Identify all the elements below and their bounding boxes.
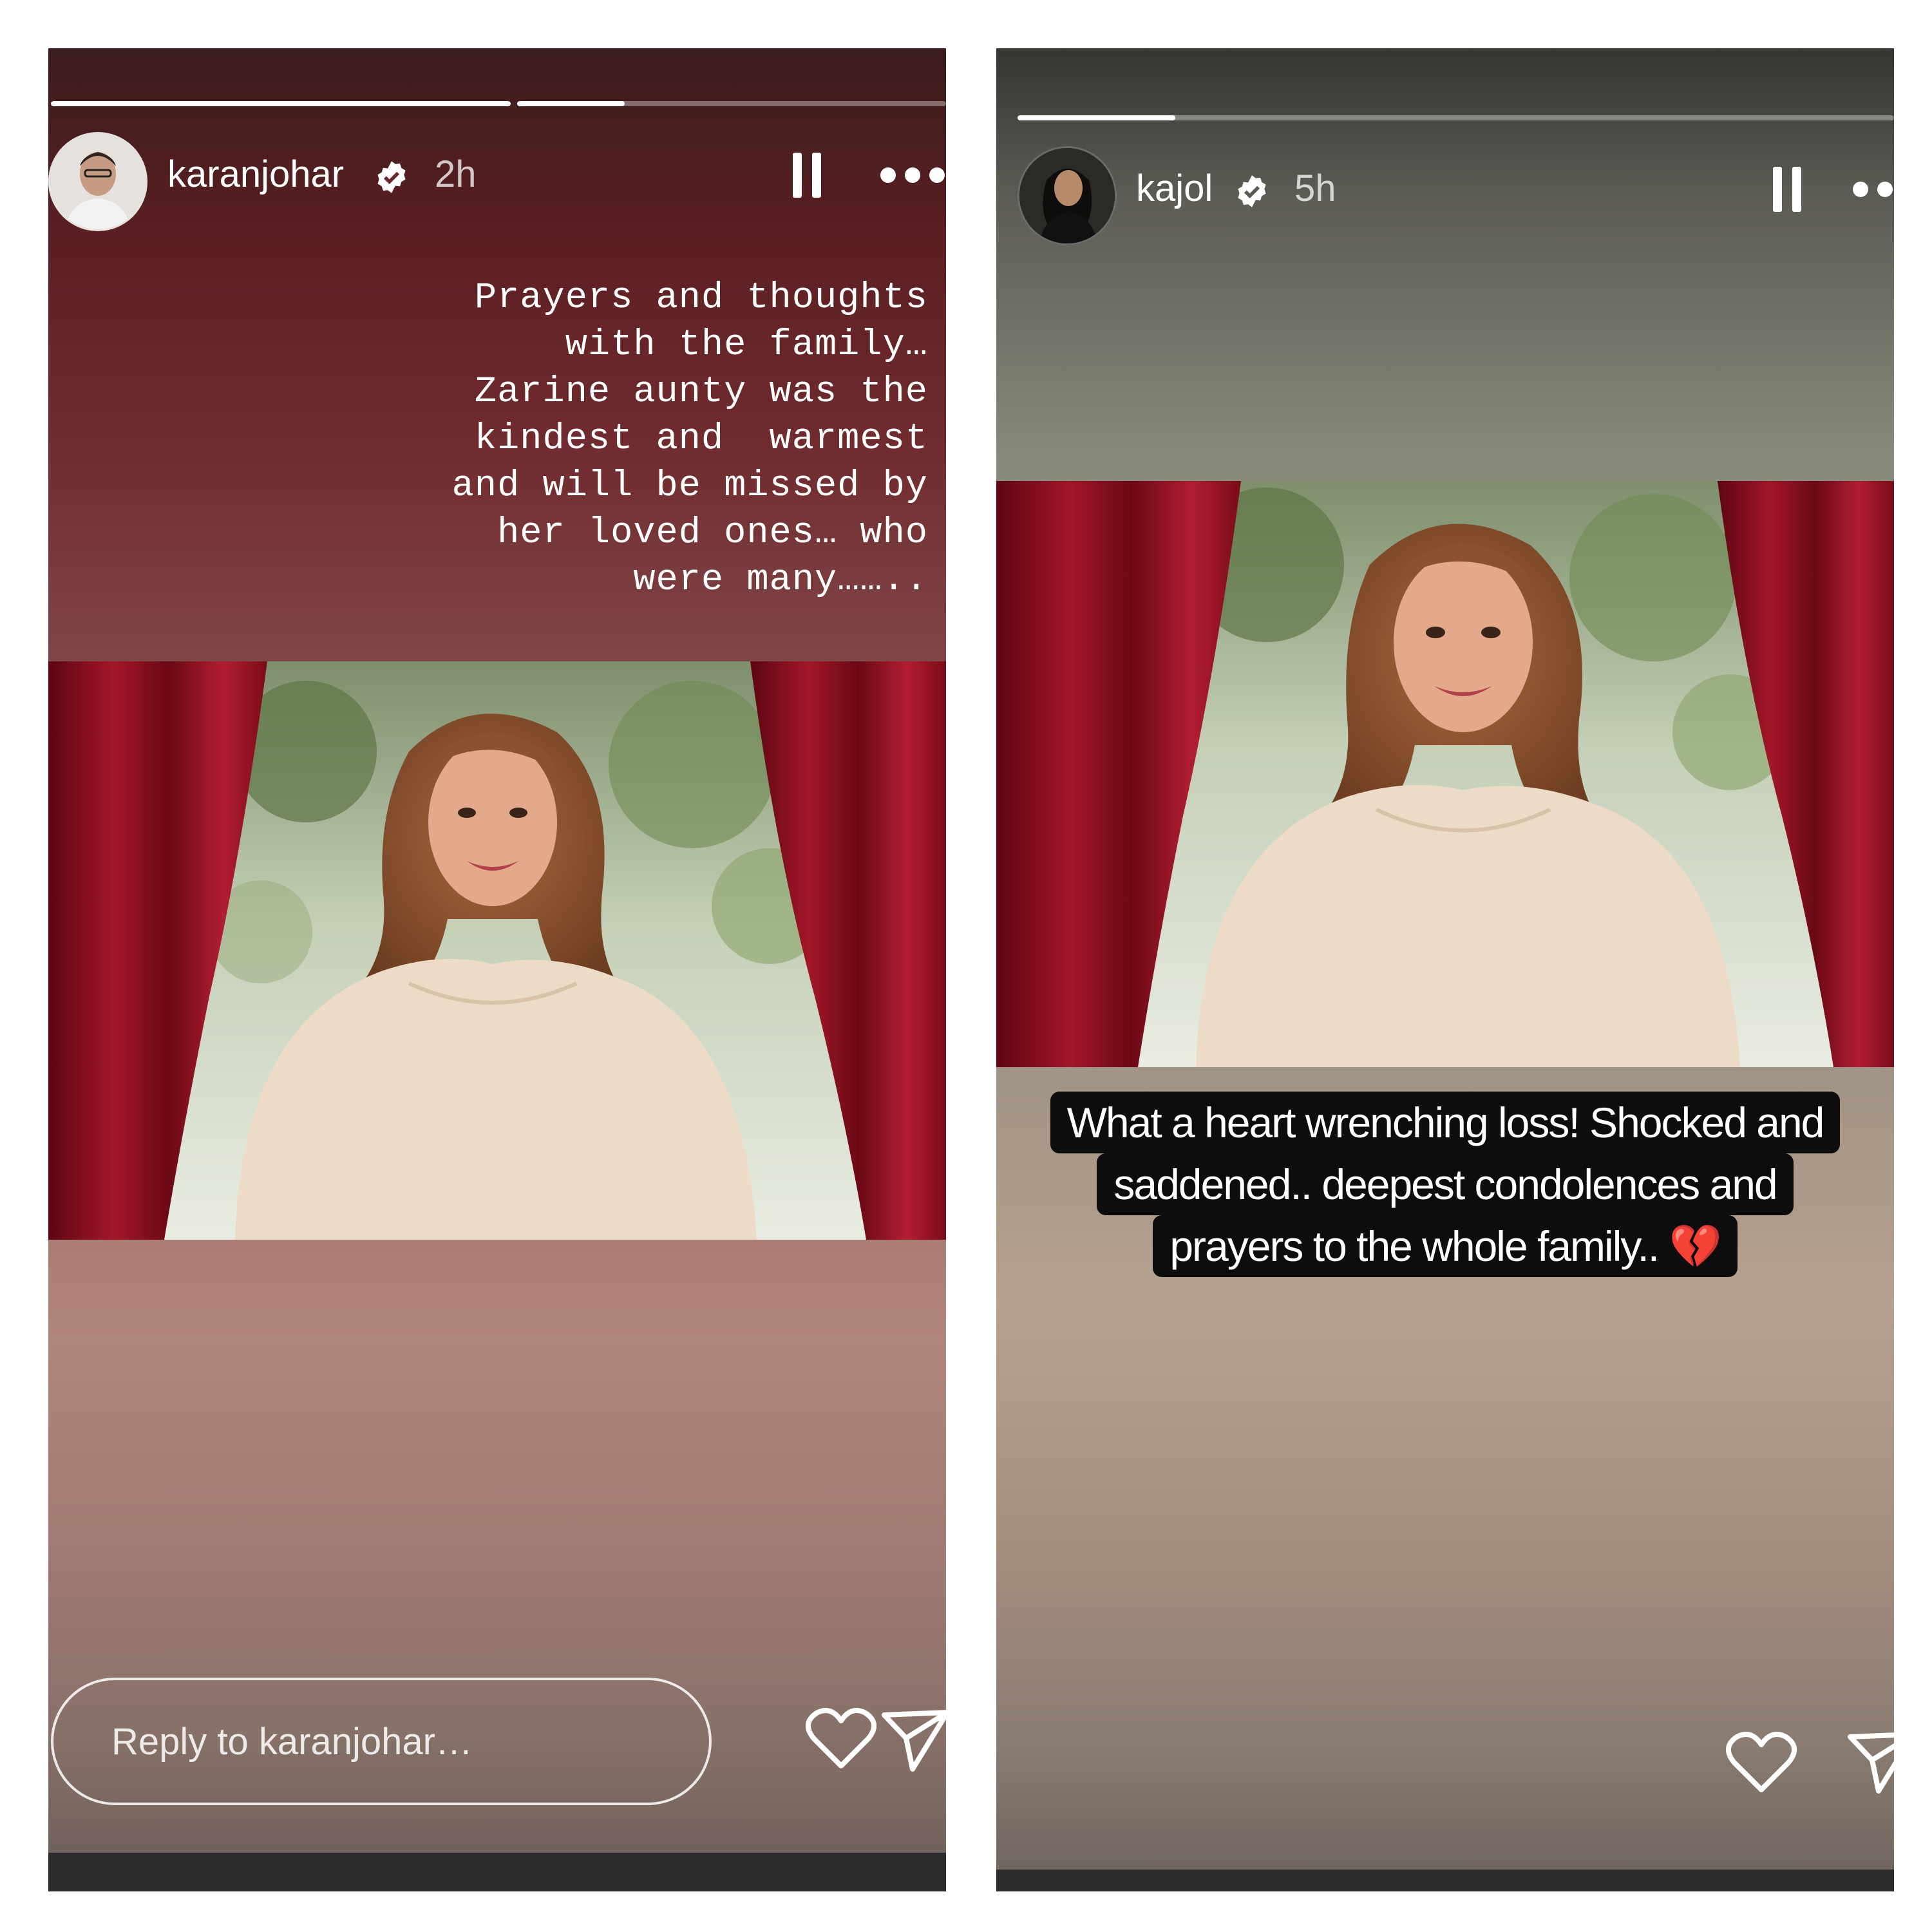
verified-badge-icon bbox=[1238, 175, 1266, 207]
reply-input[interactable]: Reply to karanjohar… bbox=[51, 1678, 712, 1805]
reply-placeholder: Reply to karanjohar… bbox=[111, 1721, 473, 1763]
username[interactable]: karanjohar bbox=[167, 153, 344, 196]
story-photo bbox=[996, 481, 1894, 1067]
story-progress-bar bbox=[48, 101, 946, 106]
story-header: kajol 5h bbox=[996, 129, 1894, 245]
story-karanjohar[interactable]: karanjohar 2h Prayers and thoughts with … bbox=[48, 48, 946, 1891]
sticker-line-3: prayers to the whole family.. 💔 bbox=[1153, 1215, 1738, 1277]
story-kajol[interactable]: kajol 5h What a heart wrenching loss! Sh… bbox=[996, 48, 1894, 1891]
progress-segment-2 bbox=[517, 101, 946, 106]
more-options-icon[interactable] bbox=[879, 166, 946, 185]
progress-segment-1 bbox=[1018, 115, 1894, 120]
heart-icon[interactable] bbox=[805, 1707, 877, 1771]
send-icon[interactable] bbox=[880, 1709, 946, 1773]
more-options-icon[interactable] bbox=[1852, 180, 1894, 199]
sticker-line-2: saddened.. deepest condolences and bbox=[1097, 1153, 1794, 1215]
verified-badge-icon bbox=[377, 161, 406, 193]
post-time: 2h bbox=[435, 153, 477, 195]
heart-icon[interactable] bbox=[1725, 1730, 1797, 1795]
pause-icon[interactable] bbox=[1769, 167, 1805, 212]
progress-fill bbox=[517, 101, 625, 106]
story-progress-bar bbox=[996, 115, 1894, 120]
post-time: 5h bbox=[1294, 167, 1336, 209]
progress-fill bbox=[51, 101, 511, 106]
avatar[interactable] bbox=[1018, 146, 1117, 245]
sticker-line-1: What a heart wrenching loss! Shocked and bbox=[1050, 1092, 1841, 1153]
send-icon[interactable] bbox=[1846, 1730, 1894, 1795]
username[interactable]: kajol bbox=[1136, 167, 1213, 210]
story-header: karanjohar 2h bbox=[48, 113, 946, 231]
story-photo bbox=[48, 661, 946, 1240]
pause-icon[interactable] bbox=[789, 153, 825, 198]
bottom-bar bbox=[996, 1870, 1894, 1891]
avatar[interactable] bbox=[48, 132, 147, 231]
bottom-bar bbox=[48, 1853, 946, 1891]
progress-fill bbox=[1018, 115, 1175, 120]
progress-segment-1 bbox=[51, 101, 511, 106]
story-caption: Prayers and thoughts with the family… Za… bbox=[451, 278, 928, 601]
